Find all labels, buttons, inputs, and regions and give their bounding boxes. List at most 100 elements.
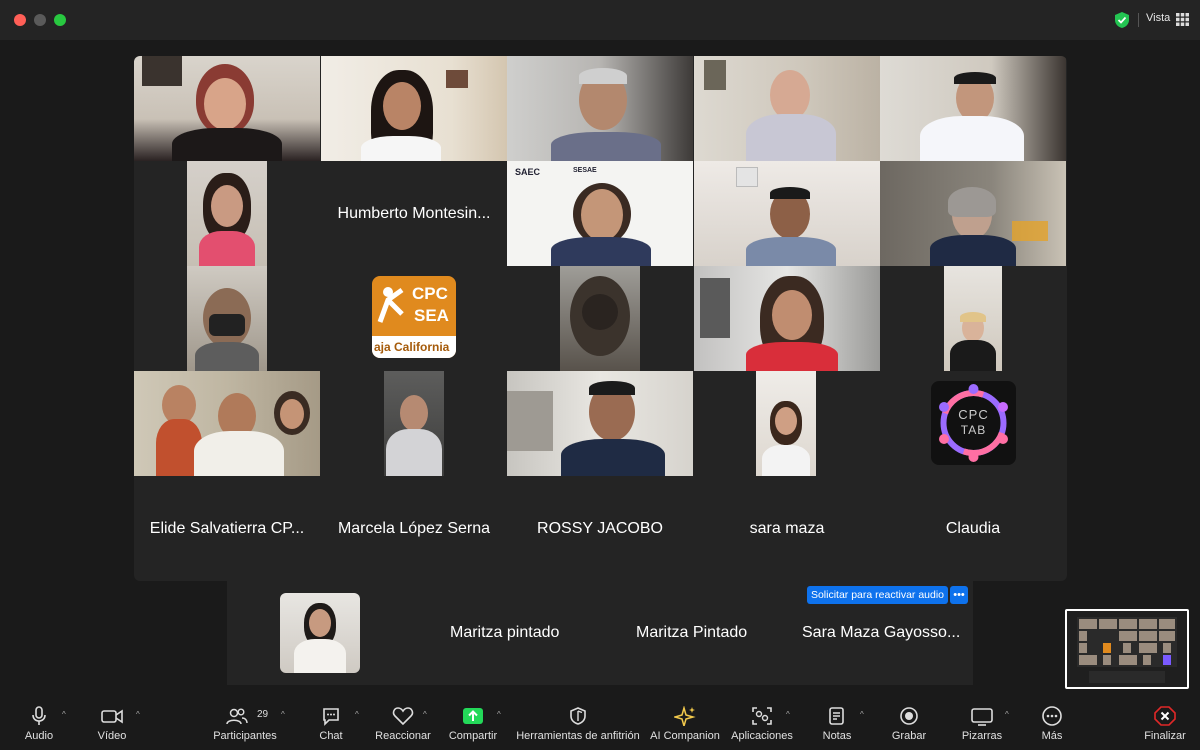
participant-video [280,593,360,673]
mini-gallery-preview [1077,617,1177,683]
share-options-caret[interactable]: ^ [497,710,501,719]
participants-button[interactable]: Participantes [212,696,278,750]
participant-video [756,371,816,476]
shield-icon[interactable] [1113,11,1131,29]
saec-logo: SAEC [515,167,541,177]
participant-video-tile[interactable] [694,161,880,266]
participant-video-tile[interactable] [880,56,1066,161]
participant-video-tile[interactable] [694,266,880,371]
share-screen-button[interactable]: Compartir [446,696,500,750]
self-view-thumbnail[interactable] [1065,609,1189,689]
notes-icon [829,707,844,725]
participant-video [507,56,693,161]
participant-video [694,161,880,266]
participant-video [694,56,880,161]
participant-name[interactable]: Marcela López Serna [321,476,507,581]
ai-companion-button[interactable]: AI Companion [650,696,720,750]
close-icon [1154,706,1176,726]
video-camera-icon [101,709,123,724]
participant-video [384,371,444,476]
chat-options-caret[interactable]: ^ [355,710,359,719]
participant-video-tile[interactable] [187,266,267,371]
heart-icon [392,707,414,726]
participants-count: 29 [257,709,269,720]
whiteboard-icon [971,708,993,726]
video-gallery: Humberto Montesin... SAEC SESAE CPC SEA … [134,56,1067,581]
sesae-logo: SESAE [573,167,597,174]
participant-name[interactable]: ROSSY JACOBO [507,476,693,581]
video-button[interactable]: Vídeo [95,696,129,750]
participant-video [134,371,320,476]
host-tools-button[interactable]: Herramientas de anfitrión [516,696,640,750]
participant-name[interactable]: sara maza [694,476,880,581]
apps-icon [752,707,772,725]
sparkle-icon [674,706,696,726]
participant-video-tile[interactable]: SAEC SESAE [507,161,693,266]
participant-name[interactable]: Maritza Pintado [636,624,747,642]
window-title-bar: Vista [0,0,1200,40]
audio-options-caret[interactable]: ^ [62,710,66,719]
title-separator [1138,13,1139,27]
whiteboards-button[interactable]: Pizarras [960,696,1004,750]
whiteboards-options-caret[interactable]: ^ [1005,710,1009,719]
participant-video-tile[interactable] [134,56,320,161]
more-options-button[interactable]: ••• [950,586,968,604]
participant-video [560,266,640,371]
participant-video-tile[interactable] [560,266,640,371]
participant-name[interactable]: Sara Maza Gayosso... [802,624,960,642]
participant-video-tile[interactable] [756,371,816,476]
grid-view-icon[interactable] [1176,13,1189,26]
participant-video-tile[interactable] [880,161,1066,266]
more-button[interactable]: Más [1036,696,1068,750]
notes-button[interactable]: Notas [818,696,856,750]
view-button[interactable]: Vista [1146,12,1170,24]
cpc-tab-logo[interactable]: CPC TAB [931,381,1016,465]
audio-button[interactable]: Audio [22,696,56,750]
share-arrow-icon [463,708,483,724]
participant-video [507,371,693,476]
react-options-caret[interactable]: ^ [423,710,427,719]
meeting-toolbar: Audio ^ Vídeo ^ Participantes 29 ^ Chat … [0,696,1200,750]
window-maximize-button[interactable] [54,14,66,26]
participant-name[interactable]: Humberto Montesin... [321,161,507,266]
react-button[interactable]: Reaccionar [374,696,432,750]
record-button[interactable]: Grabar [890,696,928,750]
chat-button[interactable]: Chat [316,696,346,750]
participant-video-tile[interactable] [134,371,320,476]
participant-video-tile[interactable] [944,266,1002,371]
participant-video [880,161,1066,266]
apps-options-caret[interactable]: ^ [786,710,790,719]
figure-icon [377,287,404,323]
participant-name[interactable]: Elide Salvatierra CP... [134,476,320,581]
participant-video-tile[interactable] [507,371,693,476]
notes-options-caret[interactable]: ^ [860,710,864,719]
chat-bubble-icon [323,708,339,726]
participant-video-tile-active[interactable] [321,56,507,161]
participant-video-tile[interactable] [507,56,693,161]
video-options-caret[interactable]: ^ [136,710,140,719]
participant-video [694,266,880,371]
participant-video [187,266,267,371]
participant-name[interactable]: Maritza pintado [450,624,559,642]
participant-video [944,266,1002,371]
window-minimize-button[interactable] [34,14,46,26]
more-dots-icon [1042,706,1062,726]
participants-options-caret[interactable]: ^ [281,710,285,719]
participants-icon [226,708,248,725]
participant-video [880,56,1066,161]
apps-button[interactable]: Aplicaciones [730,696,794,750]
participant-video [187,161,267,266]
participant-video [134,56,320,161]
window-close-button[interactable] [14,14,26,26]
participant-video-tile[interactable] [187,161,267,266]
request-unmute-button[interactable]: Solicitar para reactivar audio [807,586,948,604]
participant-video-tile[interactable] [384,371,444,476]
participant-video: SAEC SESAE [507,161,693,266]
participant-video-tile[interactable] [694,56,880,161]
shield-icon [570,707,586,725]
participant-video-tile[interactable] [280,593,360,673]
end-meeting-button[interactable]: Finalizar [1140,696,1190,750]
cpc-sea-logo[interactable]: CPC SEA aja California [372,276,456,358]
participant-video [321,56,507,161]
participant-name[interactable]: Claudia [880,476,1066,581]
